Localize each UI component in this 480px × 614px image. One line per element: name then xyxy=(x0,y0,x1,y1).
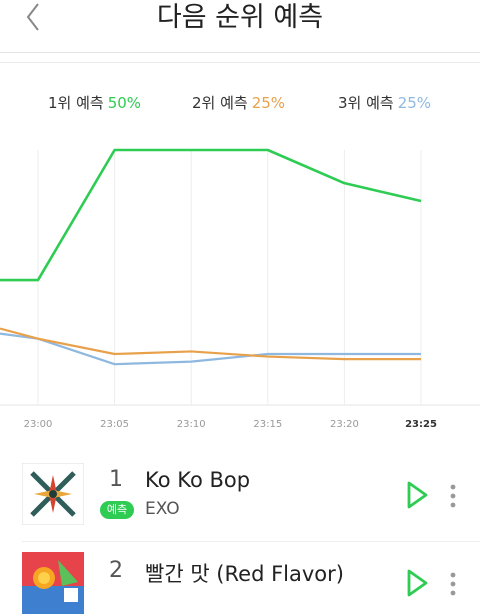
legend-label: 3위 예측 xyxy=(338,94,394,112)
rank-number: 1 xyxy=(109,467,123,492)
row-divider xyxy=(22,541,480,542)
x-tick-label: 23:25 xyxy=(405,419,437,430)
play-button[interactable] xyxy=(404,568,430,598)
legend-pct: 25% xyxy=(251,94,286,112)
x-tick-label: 23:05 xyxy=(100,419,129,430)
song-title: 빨간 맛 (Red Flavor) xyxy=(145,562,344,586)
legend-pct: 25% xyxy=(397,94,432,112)
more-vertical-icon xyxy=(450,572,456,596)
x-tick-label: 23:10 xyxy=(177,419,206,430)
page-title: 다음 순위 예측 xyxy=(156,2,324,33)
more-vertical-icon xyxy=(450,484,456,508)
header-divider xyxy=(0,62,480,63)
series-line-1 xyxy=(0,148,422,282)
song-row-1[interactable]: 1 Ko Ko Bop 예측 EXO xyxy=(0,455,480,541)
album-art-thumbnail xyxy=(22,552,84,614)
legend-item-1: 1위 예측 50% xyxy=(48,92,141,113)
legend-item-2: 2위 예측 25% xyxy=(192,92,285,113)
artist-name: EXO xyxy=(145,499,180,519)
more-options-button[interactable] xyxy=(446,482,460,510)
app-header: 다음 순위 예측 xyxy=(0,0,480,53)
legend-label: 1위 예측 xyxy=(48,94,104,112)
album-art-thumbnail xyxy=(22,463,84,525)
x-tick-label: 23:20 xyxy=(330,419,359,430)
song-title: Ko Ko Bop xyxy=(145,468,251,492)
x-tick-label: 23:15 xyxy=(253,419,282,430)
more-options-button[interactable] xyxy=(446,570,460,598)
rank-number: 2 xyxy=(109,558,123,583)
rank-prediction-chart: 23:00 23:05 23:10 23:15 23:20 23:25 xyxy=(0,148,480,430)
prediction-badge: 예측 xyxy=(100,501,134,519)
legend-item-3: 3위 예측 25% xyxy=(338,92,431,113)
song-row-2[interactable]: 2 빨간 맛 (Red Flavor) xyxy=(0,549,480,614)
play-icon xyxy=(407,481,428,509)
play-icon xyxy=(407,569,428,597)
legend-pct: 50% xyxy=(107,94,142,112)
legend-label: 2위 예측 xyxy=(192,94,248,112)
play-button[interactable] xyxy=(404,480,430,510)
x-tick-label: 23:00 xyxy=(24,419,53,430)
